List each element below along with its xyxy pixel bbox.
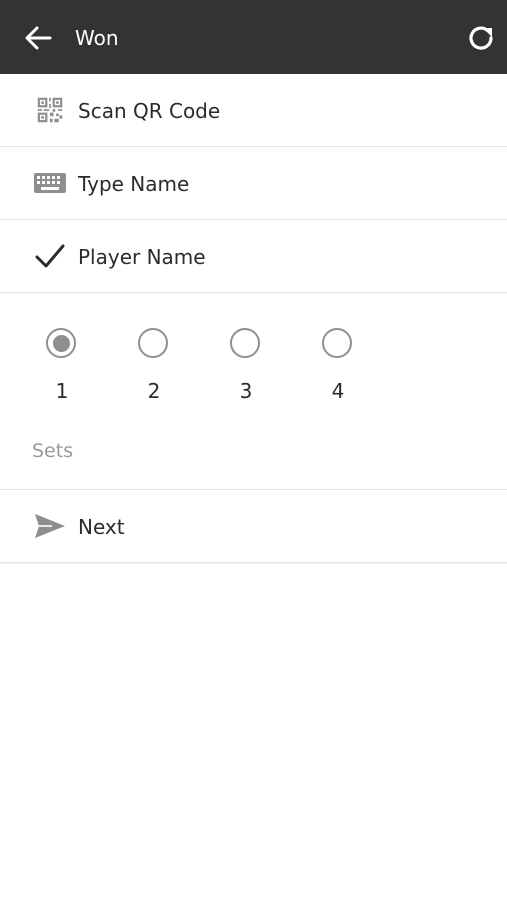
sets-radio-group: 1 2 3 4 xyxy=(0,296,507,416)
type-name-row[interactable]: Type Name xyxy=(0,147,507,220)
player-name-row[interactable]: Player Name xyxy=(0,220,507,293)
scan-qr-code-label: Scan QR Code xyxy=(78,99,221,123)
arrow-left-icon[interactable] xyxy=(22,22,54,54)
next-button[interactable]: Next xyxy=(0,490,507,563)
sets-option-label: 4 xyxy=(331,379,345,403)
send-icon xyxy=(35,514,65,538)
sets-option-3[interactable]: 3 xyxy=(226,326,266,416)
checkmark-icon xyxy=(35,244,65,268)
qr-code-icon xyxy=(37,97,63,123)
sets-option-label: 2 xyxy=(147,379,161,403)
sets-option-4[interactable]: 4 xyxy=(318,326,358,416)
next-label: Next xyxy=(78,515,125,539)
player-name-label: Player Name xyxy=(78,245,206,269)
type-name-label: Type Name xyxy=(78,172,190,196)
radio-button-selected[interactable] xyxy=(46,328,76,358)
scan-qr-code-row[interactable]: Scan QR Code xyxy=(0,74,507,147)
radio-button[interactable] xyxy=(322,328,352,358)
sets-option-label: 1 xyxy=(55,379,69,403)
refresh-icon[interactable] xyxy=(466,22,498,54)
app-bar: Won xyxy=(0,0,507,74)
sets-option-2[interactable]: 2 xyxy=(134,326,174,416)
radio-button[interactable] xyxy=(230,328,260,358)
sets-option-1[interactable]: 1 xyxy=(42,326,82,416)
keyboard-icon xyxy=(34,173,66,193)
page-title: Won xyxy=(75,26,119,50)
sets-label: Sets xyxy=(32,440,74,462)
sets-option-label: 3 xyxy=(239,379,253,403)
radio-button[interactable] xyxy=(138,328,168,358)
radio-dot xyxy=(52,334,70,352)
